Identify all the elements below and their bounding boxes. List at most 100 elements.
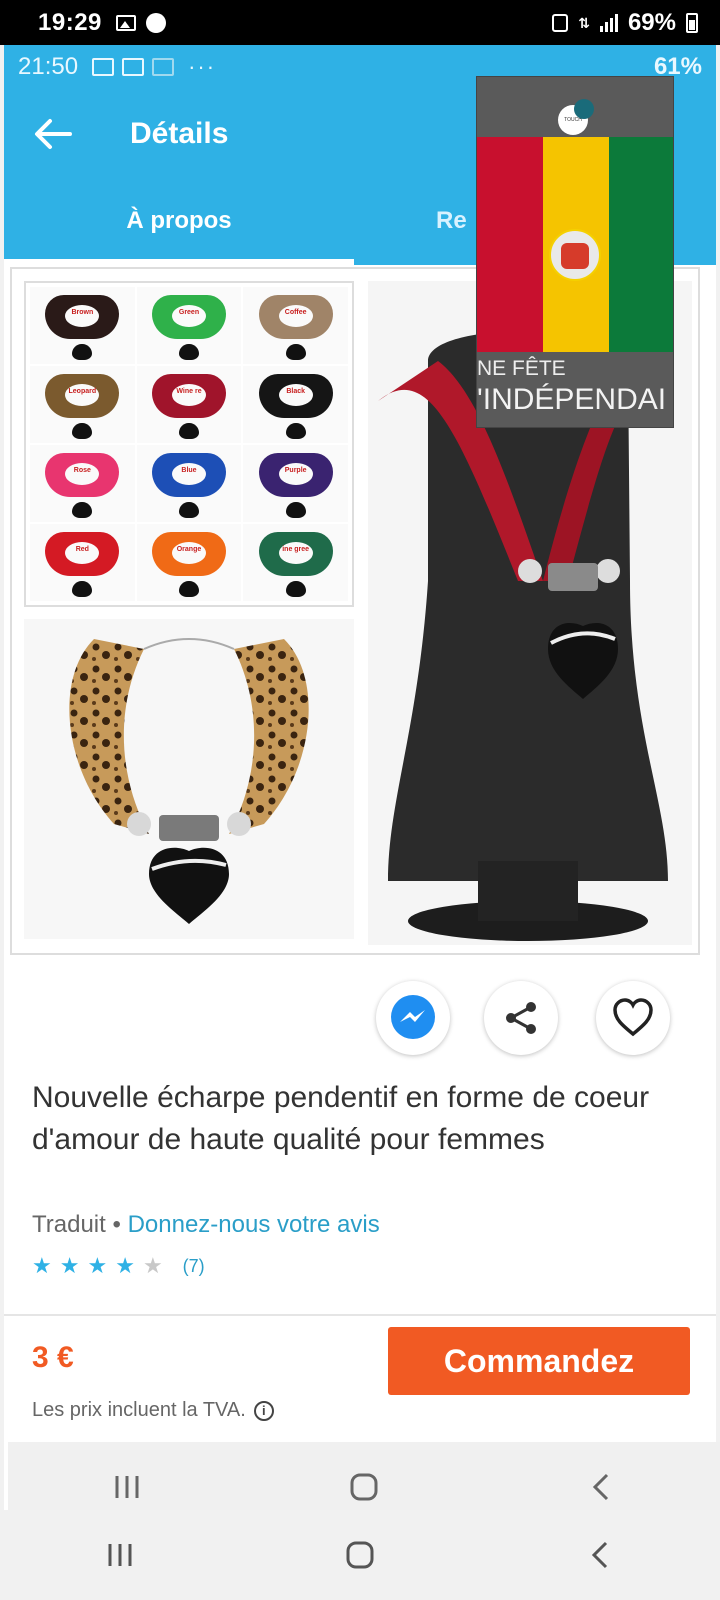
heart-icon	[613, 998, 653, 1037]
outer-navigation-bar	[0, 1510, 720, 1600]
calendar-notification-icon	[122, 58, 145, 76]
home-icon[interactable]	[320, 1525, 400, 1585]
order-button[interactable]: Commandez	[388, 1327, 690, 1395]
scarf-loop	[151, 532, 226, 576]
color-swatch: Green	[136, 287, 242, 364]
info-icon[interactable]: i	[253, 1400, 274, 1421]
pendant-heart	[72, 423, 93, 439]
messenger-notification-icon	[145, 12, 166, 33]
scarf-loop	[258, 295, 333, 339]
gallery-notification-icon	[115, 14, 136, 31]
color-swatch: Rose	[30, 445, 135, 522]
separator-dot: •	[112, 1211, 121, 1238]
lock-icon	[552, 13, 569, 32]
translated-label: Traduit	[32, 1211, 106, 1238]
floating-video-overlay[interactable]: TOUCH NE FÊTE 'INDÉPENDAI	[476, 76, 674, 428]
swatch-label: Brown	[71, 309, 94, 316]
back-icon[interactable]	[560, 1525, 640, 1585]
color-swatch: ine gree	[243, 524, 348, 601]
pendant-heart	[285, 502, 306, 518]
touch-logo: TOUCH	[558, 99, 594, 135]
divider	[4, 1314, 716, 1316]
star-empty-icon: ★	[142, 1253, 163, 1278]
color-swatch: Red	[30, 524, 135, 601]
pendant-heart	[178, 344, 199, 360]
swatch-label: Purple	[284, 467, 307, 474]
back-arrow-icon[interactable]	[32, 117, 72, 151]
pendant-heart	[178, 581, 199, 597]
star-filled-icon: ★	[115, 1253, 135, 1278]
inner-recents-icon[interactable]	[87, 1457, 167, 1517]
camera-notification-icon	[152, 58, 175, 76]
translation-line: Traduit • Donnez-nous votre avis	[32, 1211, 380, 1239]
vat-note-text: Les prix incluent la TVA.	[32, 1399, 246, 1421]
swatch-label: ine gree	[282, 546, 310, 553]
swatch-label: Black	[286, 388, 305, 395]
swatch-label: Orange	[176, 546, 202, 553]
color-swatch: Blue	[136, 445, 242, 522]
overlay-text-line1: NE FÊTE	[477, 357, 566, 380]
scarf-loop	[45, 374, 120, 418]
scarf-loop	[258, 532, 333, 576]
data-transfer-icon: ⇅	[578, 14, 590, 31]
scarf-loop	[151, 295, 226, 339]
tab-about[interactable]: À propos	[4, 207, 354, 235]
pendant-heart	[285, 344, 306, 360]
color-swatch: Brown	[30, 287, 135, 364]
image-notification-icon	[92, 58, 115, 76]
map-emblem-icon	[549, 229, 601, 281]
color-swatch: Leopard	[30, 366, 135, 443]
active-tab-indicator	[4, 259, 354, 265]
pendant-heart	[72, 344, 93, 360]
messenger-share-button[interactable]	[376, 981, 450, 1055]
scarf-loop	[45, 295, 120, 339]
rating-stars[interactable]: ★ ★ ★ ★ ★ (7)	[32, 1255, 205, 1277]
swatch-label: Coffee	[284, 309, 307, 316]
share-icon	[506, 1002, 536, 1034]
vat-note: Les prix incluent la TVA. i	[32, 1399, 274, 1422]
recents-icon[interactable]	[80, 1525, 160, 1585]
outer-battery-percent: 69%	[627, 8, 676, 36]
swatch-label: Wine re	[176, 388, 202, 395]
swatch-label: Blue	[181, 467, 197, 474]
color-variants-collage: Brown Green Coffee Leopard Wine re Black Rose B…	[24, 281, 354, 607]
scarf-loop	[258, 453, 333, 497]
scarf-loop	[151, 374, 226, 418]
pendant-heart	[285, 581, 306, 597]
outer-clock: 19:29	[38, 8, 102, 36]
share-button[interactable]	[484, 981, 558, 1055]
flag-stripe	[477, 137, 543, 352]
scarf-loop	[258, 374, 333, 418]
inner-clock: 21:50	[18, 53, 79, 80]
inner-back-icon[interactable]	[561, 1457, 641, 1517]
scarf-loop	[45, 453, 120, 497]
scarf-loop	[151, 453, 226, 497]
tab-reviews[interactable]: Re	[436, 207, 467, 235]
inner-home-icon[interactable]	[324, 1457, 404, 1517]
more-notifications-icon: ···	[188, 54, 217, 79]
swatch-label: Leopard	[68, 388, 97, 395]
star-filled-icon: ★	[87, 1253, 108, 1278]
outer-status-bar: 19:29 ⇅ 69%	[0, 0, 720, 45]
pendant-heart	[178, 502, 199, 518]
color-swatch: Coffee	[243, 287, 348, 364]
favorite-button[interactable]	[596, 981, 670, 1055]
pendant-heart	[72, 581, 93, 597]
color-swatch: Black	[243, 366, 348, 443]
rating-count[interactable]: (7)	[183, 1256, 205, 1277]
feedback-link[interactable]: Donnez-nous votre avis	[128, 1211, 380, 1238]
product-title: Nouvelle écharpe pendentif en forme de c…	[32, 1081, 650, 1156]
swatch-label: Red	[75, 546, 89, 553]
pendant-heart	[72, 502, 93, 518]
signal-icon	[599, 13, 618, 32]
color-swatch: Wine re	[136, 366, 242, 443]
pendant-heart	[285, 423, 306, 439]
product-price: 3 €	[32, 1341, 74, 1374]
scarf-loop	[45, 532, 120, 576]
overlay-text-line2: 'INDÉPENDAI	[477, 383, 667, 416]
messenger-icon	[391, 995, 435, 1039]
swatch-label: Rose	[73, 467, 91, 474]
page-title: Détails	[130, 117, 229, 150]
color-swatch: Purple	[243, 445, 348, 522]
star-filled-icon: ★	[59, 1253, 80, 1278]
